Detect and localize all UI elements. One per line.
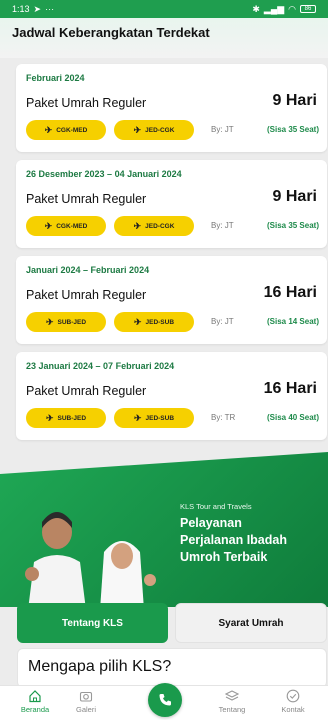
nav-label: Tentang: [218, 705, 246, 714]
route-badge-departure: ✈ CGK-MED: [26, 120, 106, 140]
package-name: Paket Umrah Reguler: [26, 96, 147, 110]
airline-label: By: TR: [211, 413, 236, 422]
why-section: Mengapa pilih KLS?: [17, 648, 327, 688]
battery-icon: 86: [300, 5, 316, 13]
plane-icon: ✈: [133, 316, 142, 327]
promo-headline: Perjalanan Ibadah: [180, 533, 287, 547]
package-date: Januari 2024 – Februari 2024: [26, 265, 150, 275]
location-arrow-icon: ➤: [33, 3, 42, 14]
route-label: CGK-MED: [56, 126, 88, 134]
plane-icon: ✈: [133, 124, 142, 135]
plane-icon: ✈: [45, 316, 54, 327]
package-card[interactable]: Januari 2024 – Februari 2024 Paket Umrah…: [16, 256, 327, 344]
plane-icon: ✈: [133, 412, 142, 423]
package-name: Paket Umrah Reguler: [26, 288, 147, 302]
call-button[interactable]: [148, 683, 182, 717]
plane-icon: ✈: [44, 124, 53, 135]
airline-label: By: JT: [211, 317, 234, 326]
promo-headline: Umroh Terbaik: [180, 550, 268, 564]
nav-kontak[interactable]: Kontak: [263, 686, 323, 720]
route-badge-return: ✈ JED-SUB: [114, 312, 194, 332]
page-title: Jadwal Keberangkatan Terdekat: [12, 25, 210, 40]
route-label: JED-CGK: [145, 222, 175, 230]
package-card[interactable]: 26 Desember 2023 – 04 Januari 2024 Paket…: [16, 160, 327, 248]
route-label: SUB-JED: [57, 318, 87, 326]
home-icon: [29, 690, 41, 703]
layers-icon: [225, 690, 239, 701]
tab-syarat-umrah[interactable]: Syarat Umrah: [175, 603, 327, 643]
banner-wedge: [0, 452, 328, 474]
wifi-icon: ◠: [288, 3, 296, 14]
plane-icon: ✈: [44, 220, 53, 231]
signal-icon: ▂▄▆: [263, 3, 285, 14]
seat-remaining: (Sisa 14 Seat): [266, 317, 319, 326]
package-date: 26 Desember 2023 – 04 Januari 2024: [26, 169, 182, 179]
tab-tentang-kls[interactable]: Tentang KLS: [17, 603, 168, 643]
package-date: 23 Januari 2024 – 07 Februari 2024: [26, 361, 175, 371]
nav-tentang[interactable]: Tentang: [202, 686, 262, 720]
package-duration: 9 Hari: [272, 92, 317, 109]
seat-remaining: (Sisa 35 Seat): [266, 221, 319, 230]
camera-icon: [79, 691, 93, 702]
package-date: Februari 2024: [26, 73, 85, 83]
route-label: JED-SUB: [145, 318, 175, 326]
nav-label: Galeri: [75, 705, 96, 714]
nav-galeri[interactable]: Galeri: [56, 686, 116, 720]
status-bar: 1:13 ➤ ··· ✱ ▂▄▆ ◠ 86: [0, 0, 328, 18]
check-circle-icon: [286, 689, 300, 703]
plane-icon: ✈: [133, 220, 142, 231]
route-badge-departure: ✈ SUB-JED: [26, 312, 106, 332]
package-card[interactable]: Februari 2024 Paket Umrah Reguler 9 Hari…: [16, 64, 327, 152]
seat-remaining: (Sisa 40 Seat): [266, 413, 319, 422]
route-label: JED-CGK: [145, 126, 175, 134]
promo-headline: Pelayanan: [180, 516, 242, 530]
plane-icon: ✈: [45, 412, 54, 423]
package-card[interactable]: 23 Januari 2024 – 07 Februari 2024 Paket…: [16, 352, 327, 440]
package-duration: 16 Hari: [263, 284, 317, 301]
route-badge-return: ✈ JED-CGK: [114, 120, 194, 140]
pilgrims-illustration: [25, 512, 156, 610]
route-label: CGK-MED: [56, 222, 88, 230]
package-duration: 16 Hari: [263, 380, 317, 397]
route-badge-return: ✈ JED-CGK: [114, 216, 194, 236]
airline-label: By: JT: [211, 125, 234, 134]
airline-label: By: JT: [211, 221, 234, 230]
route-badge-return: ✈ JED-SUB: [114, 408, 194, 428]
promo-brand: KLS Tour and Travels: [180, 502, 252, 511]
route-label: JED-SUB: [145, 414, 175, 422]
nav-label: Kontak: [281, 705, 305, 714]
package-name: Paket Umrah Reguler: [26, 384, 147, 398]
route-badge-departure: ✈ CGK-MED: [26, 216, 106, 236]
package-name: Paket Umrah Reguler: [26, 192, 147, 206]
bluetooth-icon: ✱: [252, 3, 260, 14]
route-label: SUB-JED: [57, 414, 87, 422]
status-extra: ···: [45, 4, 55, 14]
package-duration: 9 Hari: [272, 188, 317, 205]
status-time: 1:13: [12, 4, 30, 14]
route-badge-departure: ✈ SUB-JED: [26, 408, 106, 428]
phone-icon: [159, 694, 171, 706]
section-title: Mengapa pilih KLS?: [28, 658, 172, 675]
seat-remaining: (Sisa 35 Seat): [266, 125, 319, 134]
